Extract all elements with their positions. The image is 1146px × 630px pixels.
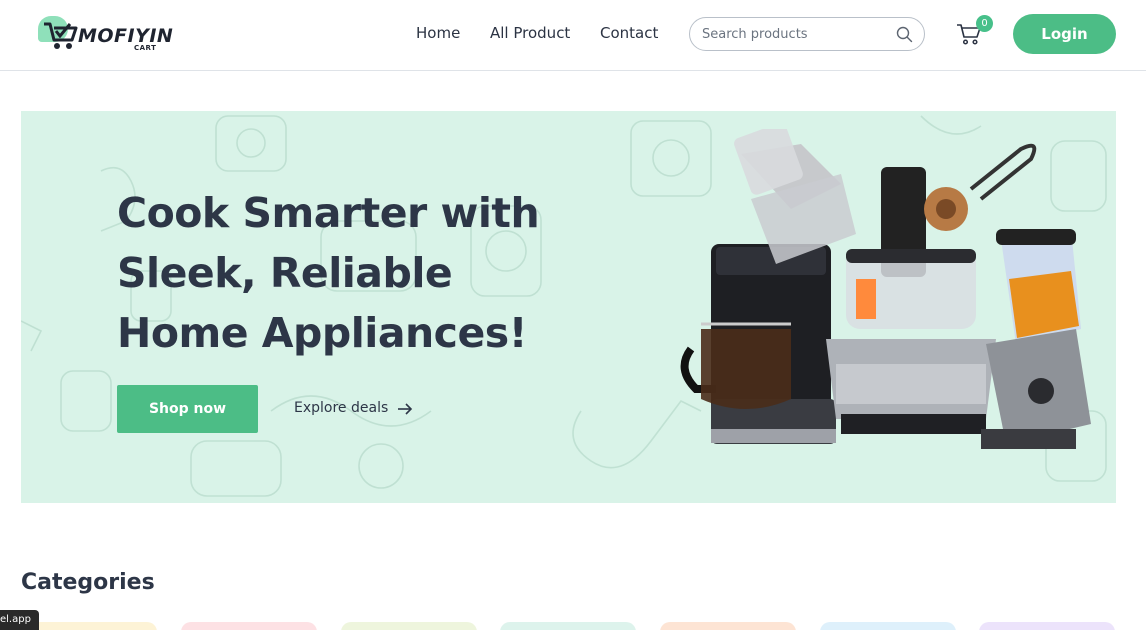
- explore-deals-link[interactable]: Explore deals: [294, 400, 388, 416]
- cart-count-badge: 0: [976, 15, 993, 32]
- cart-logo-icon: [44, 22, 78, 49]
- category-card[interactable]: [21, 622, 157, 630]
- search-icon[interactable]: [896, 26, 913, 43]
- brand-name: MOFIYIN: [78, 25, 174, 47]
- nav-all-product[interactable]: All Product: [490, 24, 570, 42]
- search-input[interactable]: [702, 24, 892, 44]
- brand-logo[interactable]: MOFIYIN CART: [38, 14, 173, 54]
- hero-heading-line-1: Cook Smarter with: [117, 189, 540, 237]
- brand-sub: CART: [134, 44, 157, 52]
- category-card[interactable]: [979, 622, 1115, 630]
- hero-banner: Cook Smarter with Sleek, Reliable Home A…: [21, 111, 1116, 503]
- kitchen-appliances-image: [680, 129, 1091, 449]
- site-header: MOFIYIN CART Home All Product Contact 0 …: [0, 0, 1146, 71]
- shop-now-button[interactable]: Shop now: [117, 385, 258, 433]
- category-card[interactable]: [341, 622, 477, 630]
- categories-heading: Categories: [21, 570, 155, 595]
- category-card[interactable]: [500, 622, 636, 630]
- hero-heading-line-3: Home Appliances!: [117, 309, 527, 357]
- nav-contact[interactable]: Contact: [600, 24, 658, 42]
- login-button[interactable]: Login: [1013, 14, 1116, 54]
- status-tooltip: el.app: [0, 610, 39, 630]
- category-card[interactable]: [660, 622, 796, 630]
- search-box: [689, 17, 925, 51]
- hero-heading: Cook Smarter with Sleek, Reliable Home A…: [117, 183, 587, 363]
- category-card[interactable]: [820, 622, 956, 630]
- hero-heading-line-2: Sleek, Reliable: [117, 249, 453, 297]
- arrow-right-icon[interactable]: [397, 402, 413, 416]
- nav-home[interactable]: Home: [416, 24, 460, 42]
- category-card[interactable]: [181, 622, 317, 630]
